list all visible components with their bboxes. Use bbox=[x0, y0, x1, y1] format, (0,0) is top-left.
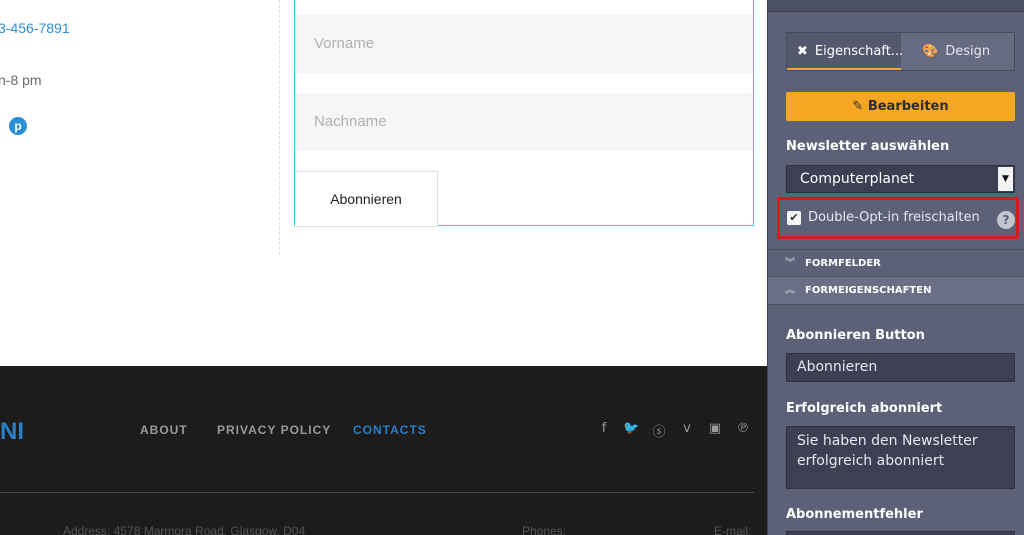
section-form-properties[interactable]: ︽ FORMEIGENSCHAFTEN bbox=[768, 277, 1024, 305]
newsletter-select[interactable]: Computerplanet ▼ bbox=[786, 165, 1015, 193]
edit-button[interactable]: ✎ Bearbeiten bbox=[786, 92, 1015, 121]
tab-properties-label: Eigenschaft... bbox=[814, 44, 904, 59]
first-name-input[interactable]: Vorname bbox=[295, 15, 753, 73]
error-message-label: Abonnementfehler bbox=[786, 507, 923, 522]
footer-email-label: E-mail: bbox=[714, 524, 752, 535]
twitter-icon[interactable]: 🐦 bbox=[623, 421, 639, 436]
newsletter-form-widget[interactable]: Vorname Nachname Abonnieren bbox=[294, 0, 754, 227]
site-footer: NI ABOUT PRIVACY POLICY CONTACTS f 🐦 ⓢ v… bbox=[0, 366, 767, 535]
properties-panel: ✖ Eigenschaft... 🎨 Design ✎ Bearbeiten New… bbox=[767, 0, 1024, 535]
footer-nav-privacy-policy[interactable]: PRIVACY POLICY bbox=[217, 423, 331, 437]
newsletter-select-label: Newsletter auswählen bbox=[786, 139, 950, 154]
footer-nav-about[interactable]: ABOUT bbox=[140, 423, 188, 437]
edit-button-label: Bearbeiten bbox=[867, 99, 949, 114]
subscribe-button[interactable]: Abonnieren bbox=[295, 171, 438, 227]
tab-design-label: Design bbox=[945, 44, 991, 59]
check-icon: ✔ bbox=[789, 211, 799, 224]
youtube-icon[interactable]: ▣ bbox=[707, 421, 723, 436]
chevron-up-icon: ︽ bbox=[785, 285, 795, 296]
success-message-label: Erfolgreich abonniert bbox=[786, 401, 943, 416]
tab-properties[interactable]: ✖ Eigenschaft... bbox=[787, 33, 904, 70]
panel-header bbox=[768, 0, 1024, 12]
tools-icon: ✖ bbox=[797, 44, 808, 59]
footer-divider bbox=[0, 492, 754, 493]
column-divider bbox=[279, 0, 280, 255]
pinterest-icon[interactable]: p bbox=[9, 117, 27, 135]
newsletter-select-value: Computerplanet bbox=[800, 171, 914, 187]
contact-phone[interactable]: 3-456-7891 bbox=[0, 20, 70, 36]
tab-design[interactable]: 🎨 Design bbox=[902, 33, 1014, 70]
last-name-input[interactable]: Nachname bbox=[295, 93, 753, 151]
pencil-icon: ✎ bbox=[852, 99, 864, 114]
page-canvas: 3-456-7891 n-8 pm p Vorname Nachname Abo… bbox=[0, 0, 767, 535]
vimeo-icon[interactable]: v bbox=[679, 421, 695, 436]
footer-logo[interactable]: NI bbox=[0, 418, 24, 446]
section-form-fields[interactable]: ︾ FORMFELDER bbox=[768, 249, 1024, 277]
error-message-input[interactable] bbox=[786, 531, 1015, 535]
skype-icon[interactable]: ⓢ bbox=[651, 421, 667, 440]
facebook-icon[interactable]: f bbox=[596, 421, 612, 436]
palette-icon: 🎨 bbox=[922, 44, 939, 59]
subscribe-button-text-input[interactable]: Abonnieren bbox=[786, 353, 1015, 382]
footer-phones-label: Phones: bbox=[522, 524, 567, 535]
footer-nav-contacts[interactable]: CONTACTS bbox=[353, 423, 427, 437]
success-message-textarea[interactable]: Sie haben den Newsletter erfolgreich abo… bbox=[786, 426, 1015, 489]
chevron-down-icon[interactable]: ▼ bbox=[998, 167, 1013, 191]
double-opt-in-label[interactable]: Double-Opt-in freischalten bbox=[808, 210, 980, 225]
footer-address: Address: 4578 Marmora Road, Glasgow, D04 bbox=[63, 524, 306, 535]
help-icon[interactable]: ? bbox=[997, 211, 1015, 229]
panel-tabs: ✖ Eigenschaft... 🎨 Design bbox=[786, 32, 1015, 71]
pinterest-icon[interactable]: ℗ bbox=[735, 421, 751, 436]
subscribe-button-label: Abonnieren Button bbox=[786, 328, 925, 343]
double-opt-in-checkbox[interactable]: ✔ bbox=[787, 211, 801, 225]
section-form-fields-label: FORMFELDER bbox=[805, 258, 881, 269]
opening-hours: n-8 pm bbox=[0, 72, 42, 88]
section-form-properties-label: FORMEIGENSCHAFTEN bbox=[805, 285, 932, 296]
chevron-down-icon: ︾ bbox=[785, 258, 795, 269]
